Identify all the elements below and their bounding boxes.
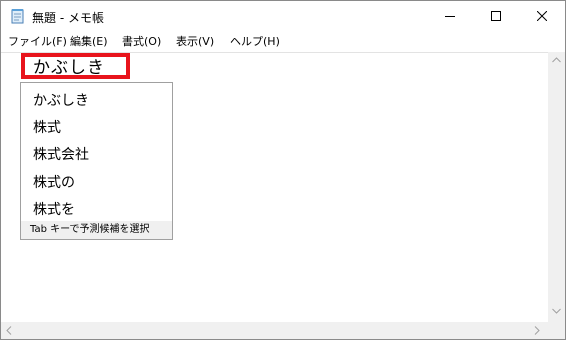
candidate-item[interactable]: 株式を — [33, 199, 75, 219]
candidate-item[interactable]: 株式会社 — [33, 144, 89, 164]
scrollbar-corner — [548, 322, 565, 339]
horizontal-scrollbar[interactable] — [1, 322, 548, 339]
ime-candidate-list: かぶしき 株式 株式会社 株式の 株式を Tab キーで予測候補を選択 — [20, 82, 173, 240]
close-button[interactable] — [519, 1, 565, 32]
notepad-icon — [10, 8, 26, 24]
menu-file[interactable]: ファイル(F) — [8, 34, 67, 50]
candidate-item[interactable]: かぶしき — [33, 90, 89, 110]
scroll-left-icon[interactable] — [6, 326, 12, 335]
candidate-item[interactable]: 株式の — [33, 172, 75, 192]
maximize-button[interactable] — [473, 1, 519, 32]
maximize-icon — [491, 11, 501, 21]
candidate-footer-hint: Tab キーで予測候補を選択 — [21, 221, 172, 239]
composition-underline — [33, 75, 121, 76]
scroll-right-icon[interactable] — [534, 326, 540, 335]
scroll-up-icon[interactable] — [552, 57, 561, 63]
scroll-down-icon[interactable] — [552, 308, 561, 314]
candidate-item[interactable]: 株式 — [33, 117, 61, 137]
window-title: 無題 - メモ帳 — [32, 11, 104, 25]
menu-help[interactable]: ヘルプ(H) — [230, 34, 280, 50]
minimize-icon — [445, 16, 455, 17]
menu-format[interactable]: 書式(O) — [122, 34, 161, 50]
title-bar[interactable]: 無題 - メモ帳 — [1, 1, 565, 32]
notepad-window: 無題 - メモ帳 ファイル(F) 編集(E) 書式(O) 表示(V) ヘルプ(H… — [0, 0, 566, 340]
menu-bar: ファイル(F) 編集(E) 書式(O) 表示(V) ヘルプ(H) — [1, 32, 565, 51]
close-icon — [537, 11, 547, 21]
menu-edit[interactable]: 編集(E) — [70, 34, 108, 50]
minimize-button[interactable] — [427, 1, 473, 32]
vertical-scrollbar[interactable] — [548, 52, 565, 322]
menu-view[interactable]: 表示(V) — [176, 34, 214, 50]
